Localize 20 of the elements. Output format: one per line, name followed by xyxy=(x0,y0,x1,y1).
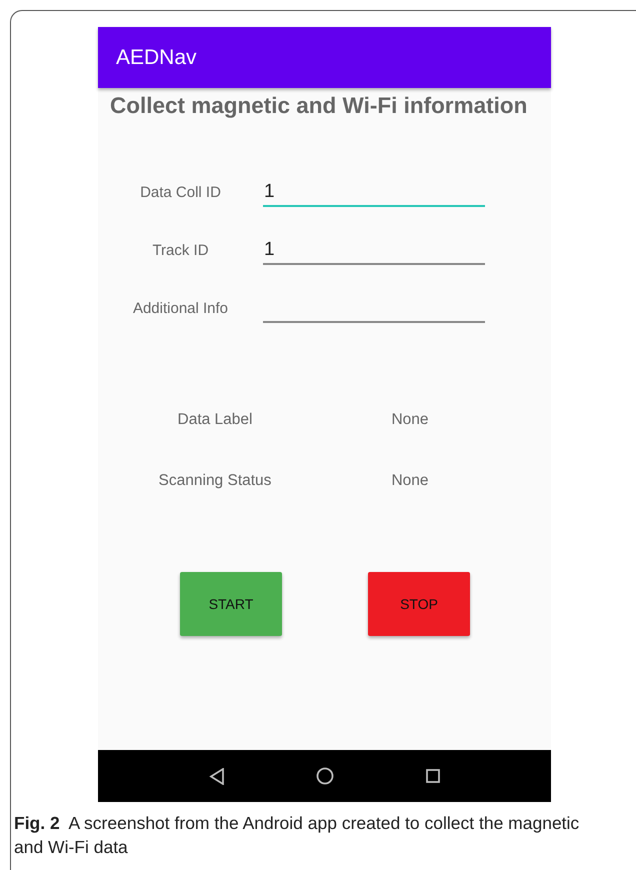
stop-button[interactable]: STOP xyxy=(368,572,470,636)
figure-caption: Fig. 2 A screenshot from the Android app created to collect the magnetic and Wi-Fi data xyxy=(14,812,580,859)
overview-icon xyxy=(426,769,440,783)
status-label: Scanning Status xyxy=(158,472,272,490)
app-title: AEDNav xyxy=(116,46,197,70)
nav-button[interactable] xyxy=(208,768,225,784)
field-label: Data Coll ID xyxy=(139,184,222,203)
nav-button[interactable] xyxy=(426,769,440,783)
back-icon xyxy=(208,768,225,784)
input-field[interactable]: 1 xyxy=(263,239,485,265)
status-label: Data Label xyxy=(176,411,254,429)
page-heading: Collect magnetic and Wi-Fi information xyxy=(110,93,528,119)
input-field[interactable]: 1 xyxy=(263,181,485,207)
field-label: Additional Info xyxy=(132,300,230,319)
field-label: Track ID xyxy=(151,242,210,261)
nav-button[interactable] xyxy=(316,767,334,785)
home-icon xyxy=(316,767,334,785)
status-value: None xyxy=(390,411,430,429)
status-value: None xyxy=(390,472,430,490)
start-button[interactable]: START xyxy=(180,572,282,636)
